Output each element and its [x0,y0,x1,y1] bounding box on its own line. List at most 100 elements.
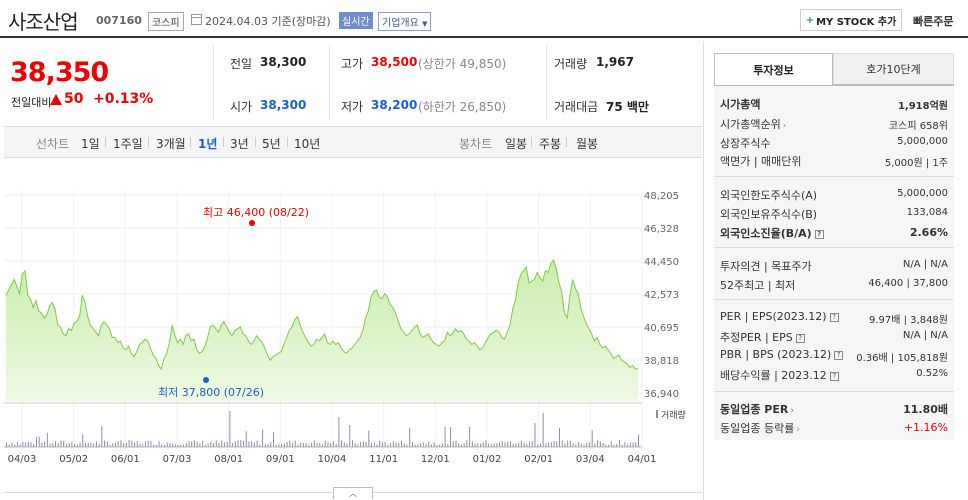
help-icon[interactable]: ? [829,312,839,322]
volume-bar [390,443,392,447]
volume-bar [381,442,383,447]
volume-bar [272,431,274,447]
help-icon[interactable]: ? [834,350,844,360]
volume-bar [373,442,375,447]
volume-bar [594,443,596,447]
volume-bar [289,440,291,447]
period-1d[interactable]: 1일 [81,135,100,152]
lower-limit: (하한가 26,850) [418,100,507,114]
volume-bar [14,444,16,447]
volume-bar [409,427,411,447]
volume-bar [398,442,400,447]
volume-bar [387,444,389,447]
volume-bar [177,444,179,447]
volume-bar [158,440,160,447]
volume-bar [379,440,381,447]
add-mystock-button[interactable]: + MY STOCK 추가 [800,9,902,31]
company-overview-dropdown[interactable]: 기업개요 ▼ [378,12,432,31]
volume-bar [583,444,585,447]
mktcap-rank-label[interactable]: 시가총액순위 › [720,116,786,132]
change-value: 50 [64,91,84,107]
per-value: 9.97배 | 3,848원 [868,315,948,326]
y-tick-label: 36,940 [644,389,679,400]
volume-bar [253,442,255,447]
help-icon[interactable]: ? [829,371,839,381]
help-icon[interactable]: ? [795,333,805,343]
volume-bar [395,442,397,447]
chevron-up-icon: ︿ [349,489,357,498]
volume-bar [218,442,220,447]
volume-bar [213,443,215,447]
volume-bar [572,443,574,447]
company-name: 사조산업 [8,10,79,34]
mystock-label: MY STOCK 추가 [816,16,897,28]
volume-bar [256,440,258,447]
volume-bar [531,441,533,447]
volume-bar [357,444,359,447]
volume-bar [411,441,413,447]
candle-daily[interactable]: 일봉 [505,135,527,152]
volume-bar [33,444,35,447]
volume-bar [588,442,590,447]
help-icon[interactable]: ? [814,229,824,239]
shares-value: 5,000,000 [897,136,948,147]
volume-bar [71,441,73,447]
volume-bar [95,441,97,447]
volume-bar [610,440,612,447]
volume-bar [302,442,304,447]
period-1w[interactable]: 1주일 [113,135,143,152]
tab-invest-info[interactable]: 투자정보 [714,53,833,85]
volume-bar [638,434,639,447]
volume-bar [183,444,185,447]
volume-bar [237,440,239,447]
chevron-right-icon: › [796,425,800,435]
quick-order-button[interactable]: 빠른주문 [913,13,953,29]
volume-bar [240,440,242,447]
volume-bar [60,440,62,447]
volume-bar [193,440,195,447]
x-tick-label: 11/01 [369,454,398,465]
period-3m[interactable]: 3개월 [156,135,186,152]
volume-bar [452,441,454,447]
y-tick-label: 46,328 [644,224,679,235]
volume-bar [229,411,231,447]
tab-order-book[interactable]: 호가10단계 [833,53,954,85]
realtime-badge[interactable]: 실시간 [339,12,373,29]
volume-bar [185,442,187,447]
candle-monthly[interactable]: 월봉 [576,135,598,152]
volume-bar [621,444,623,447]
industry-change-label[interactable]: 동일업종 등락률 › [720,420,800,436]
volume-bar [602,443,604,447]
current-price: 38,350 [10,57,109,88]
volume-bar [439,444,441,447]
volume-bar [632,442,634,447]
volume-bar [599,441,601,447]
x-tick-label: 10/04 [318,454,347,465]
period-1y[interactable]: 1년 [198,135,217,152]
volume-bar [196,441,198,447]
high-value: 38,500 [371,55,418,69]
volume-bar [433,442,435,447]
chevron-right-icon: › [782,121,787,131]
volume-bar [349,425,351,447]
collapse-button[interactable]: ︿ [333,487,373,499]
candle-weekly[interactable]: 주봉 [539,135,561,152]
divider [546,46,547,120]
volume-bar [27,441,29,447]
volume-bar [153,444,155,447]
volume-bar [406,444,408,447]
period-5y[interactable]: 5년 [262,135,281,152]
industry-per-label[interactable]: 동일업종 PER › [720,401,794,417]
volume-bar [41,442,43,447]
period-3y[interactable]: 3년 [230,135,249,152]
volume-bar [136,441,138,447]
market-tag: 코스피 [148,12,184,31]
price-chart[interactable]: 48,205 46,328 44,450 42,573 40,695 38,818 36,9… [0,160,704,470]
volume-bar [575,444,577,447]
volume-bar [259,444,261,447]
pbr-value: 0.36배 | 105,818원 [856,353,948,364]
period-10y[interactable]: 10년 [294,135,320,152]
volume-bar [199,443,201,447]
volume-bar [142,444,144,447]
volume-bar [436,444,438,447]
